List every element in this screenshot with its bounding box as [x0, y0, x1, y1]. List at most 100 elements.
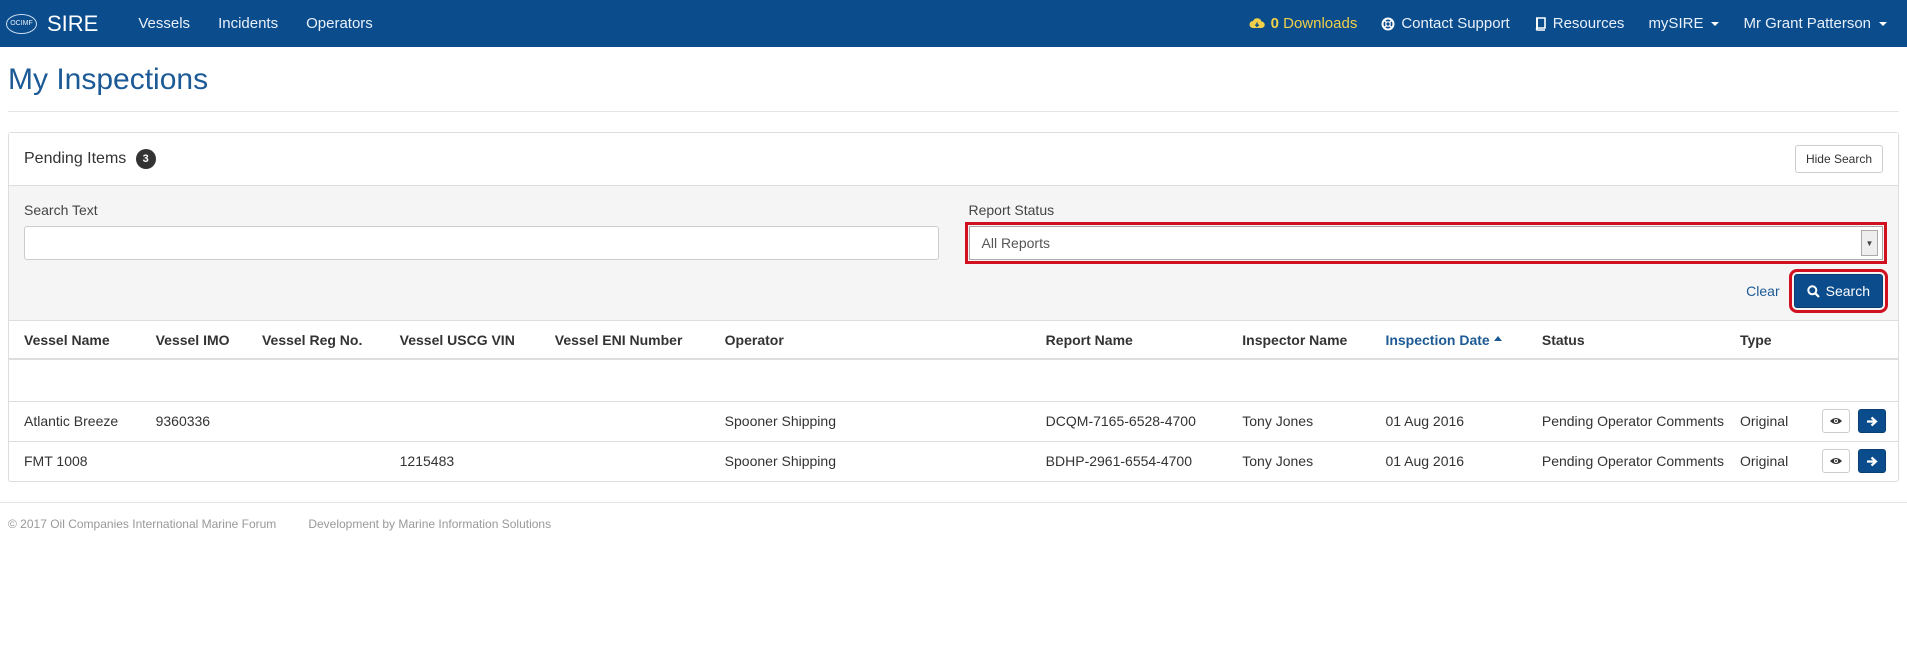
table-spacer-row: [9, 358, 1898, 401]
cell-vessel-imo: [147, 440, 254, 481]
col-vessel-imo[interactable]: Vessel IMO: [147, 321, 254, 360]
panel-heading: Pending Items 3 Hide Search: [9, 133, 1898, 186]
search-text-label: Search Text: [24, 202, 98, 218]
nav-operators[interactable]: Operators: [292, 15, 387, 32]
col-status[interactable]: Status: [1533, 321, 1732, 360]
main-nav: Vessels Incidents Operators: [124, 15, 386, 32]
cell-vessel-eni: [546, 400, 717, 441]
table-row: FMT 1008 1215483 Spooner Shipping BDHP-2…: [9, 440, 1898, 481]
cell-inspector: Tony Jones: [1234, 440, 1378, 481]
cell-type: Original: [1731, 440, 1808, 481]
cell-inspection-date: 01 Aug 2016: [1377, 440, 1534, 481]
downloads-label: Downloads: [1283, 15, 1358, 32]
table-header-row: Vessel Name Vessel IMO Vessel Reg No. Ve…: [9, 321, 1898, 360]
col-inspector-name[interactable]: Inspector Name: [1234, 321, 1378, 360]
cell-vessel-uscg-vin: 1215483: [391, 440, 547, 481]
page-title: My Inspections: [8, 63, 1899, 112]
report-status-group: Report Status All Reports ▼: [964, 202, 1887, 264]
cell-inspection-date: 01 Aug 2016: [1377, 400, 1534, 441]
col-report-name[interactable]: Report Name: [1037, 321, 1235, 360]
lifebuoy-icon: [1381, 17, 1395, 30]
chevron-down-icon: [1879, 21, 1887, 26]
cell-vessel-uscg-vin: [391, 400, 547, 441]
view-button[interactable]: [1822, 449, 1850, 474]
search-text-input[interactable]: [24, 226, 939, 260]
hide-search-button[interactable]: Hide Search: [1794, 145, 1883, 173]
user-nav: 0 Downloads Contact Support Resources my…: [1237, 15, 1899, 32]
cell-status: Pending Operator Comments: [1533, 400, 1732, 441]
search-button-label: Search: [1825, 283, 1870, 299]
cell-actions: [1808, 440, 1898, 481]
panel-title: Pending Items 3: [24, 149, 156, 169]
cell-report-name: BDHP-2961-6554-4700: [1037, 440, 1235, 481]
eye-icon: [1830, 418, 1842, 424]
sort-asc-icon: [1493, 336, 1502, 342]
resources-link[interactable]: Resources: [1522, 15, 1637, 32]
search-icon: [1806, 284, 1820, 298]
panel-title-text: Pending Items: [24, 150, 127, 168]
inspections-table: Vessel Name Vessel IMO Vessel Reg No. Ve…: [9, 321, 1898, 481]
open-button[interactable]: [1858, 409, 1886, 433]
cloud-download-icon: [1249, 17, 1265, 28]
cell-status: Pending Operator Comments: [1533, 440, 1732, 481]
cell-inspector: Tony Jones: [1234, 400, 1378, 441]
mysire-dropdown[interactable]: mySIRE: [1636, 15, 1731, 32]
chevron-down-icon: [1711, 21, 1720, 26]
mysire-label: mySIRE: [1648, 15, 1704, 32]
footer-developer: Development by Marine Information Soluti…: [308, 517, 552, 531]
cell-vessel-reg-no: [253, 400, 392, 441]
col-type[interactable]: Type: [1731, 321, 1808, 360]
user-menu[interactable]: Mr Grant Patterson: [1731, 15, 1899, 32]
clear-link[interactable]: Clear: [1746, 283, 1779, 299]
cell-operator: Spooner Shipping: [716, 440, 1038, 481]
open-button[interactable]: [1858, 449, 1886, 474]
cell-vessel-imo: 9360336: [147, 400, 254, 441]
table-row: Atlantic Breeze 9360336 Spooner Shipping…: [9, 400, 1898, 441]
search-button[interactable]: Search: [1788, 269, 1889, 313]
contact-support-link[interactable]: Contact Support: [1369, 15, 1521, 32]
user-name: Mr Grant Patterson: [1743, 15, 1871, 32]
cell-actions: [1808, 400, 1898, 441]
arrow-right-icon: [1867, 456, 1878, 467]
ocimf-logo: OCIMF: [6, 13, 37, 34]
footer-copyright: © 2017 Oil Companies International Marin…: [8, 517, 277, 531]
col-vessel-reg-no[interactable]: Vessel Reg No.: [253, 321, 392, 360]
cell-operator: Spooner Shipping: [716, 400, 1038, 441]
col-actions: [1808, 321, 1898, 360]
contact-support-label: Contact Support: [1401, 15, 1510, 32]
cell-vessel-name: Atlantic Breeze: [9, 400, 148, 441]
report-status-label: Report Status: [968, 202, 1055, 218]
eye-icon: [1830, 458, 1842, 465]
page-container: My Inspections Pending Items 3 Hide Sear…: [0, 63, 1907, 482]
report-status-value: All Reports: [981, 235, 1050, 251]
col-vessel-uscg-vin[interactable]: Vessel USCG VIN: [391, 321, 547, 360]
col-inspection-date[interactable]: Inspection Date: [1377, 321, 1534, 360]
cell-type: Original: [1731, 400, 1808, 441]
nav-incidents[interactable]: Incidents: [204, 15, 292, 32]
cell-vessel-eni: [546, 440, 717, 481]
top-navbar: OCIMF SIRE Vessels Incidents Operators 0…: [0, 0, 1907, 47]
downloads-count: 0: [1270, 15, 1279, 32]
col-operator[interactable]: Operator: [716, 321, 1038, 360]
brand-title: SIRE: [47, 10, 99, 36]
col-inspection-date-label: Inspection Date: [1385, 331, 1490, 348]
report-status-select[interactable]: All Reports ▼: [964, 222, 1887, 264]
view-button[interactable]: [1822, 409, 1850, 433]
chevron-down-icon[interactable]: ▼: [1861, 230, 1878, 256]
book-icon: [1535, 16, 1546, 31]
pending-count-badge: 3: [135, 149, 156, 169]
search-text-group: Search Text: [24, 202, 939, 260]
pending-items-panel: Pending Items 3 Hide Search Search Text …: [8, 132, 1899, 482]
cell-vessel-name: FMT 1008: [9, 440, 148, 481]
footer: © 2017 Oil Companies International Marin…: [0, 502, 1907, 545]
brand[interactable]: OCIMF SIRE: [6, 11, 98, 37]
col-vessel-eni-number[interactable]: Vessel ENI Number: [546, 321, 717, 360]
nav-vessels[interactable]: Vessels: [124, 15, 204, 32]
resources-label: Resources: [1552, 15, 1625, 32]
cell-vessel-reg-no: [253, 440, 392, 481]
col-vessel-name[interactable]: Vessel Name: [9, 321, 148, 360]
downloads-link[interactable]: 0 Downloads: [1237, 15, 1370, 32]
cell-report-name: DCQM-7165-6528-4700: [1037, 400, 1235, 441]
arrow-right-icon: [1867, 416, 1878, 426]
search-area: Search Text Report Status All Reports ▼ …: [9, 186, 1898, 321]
